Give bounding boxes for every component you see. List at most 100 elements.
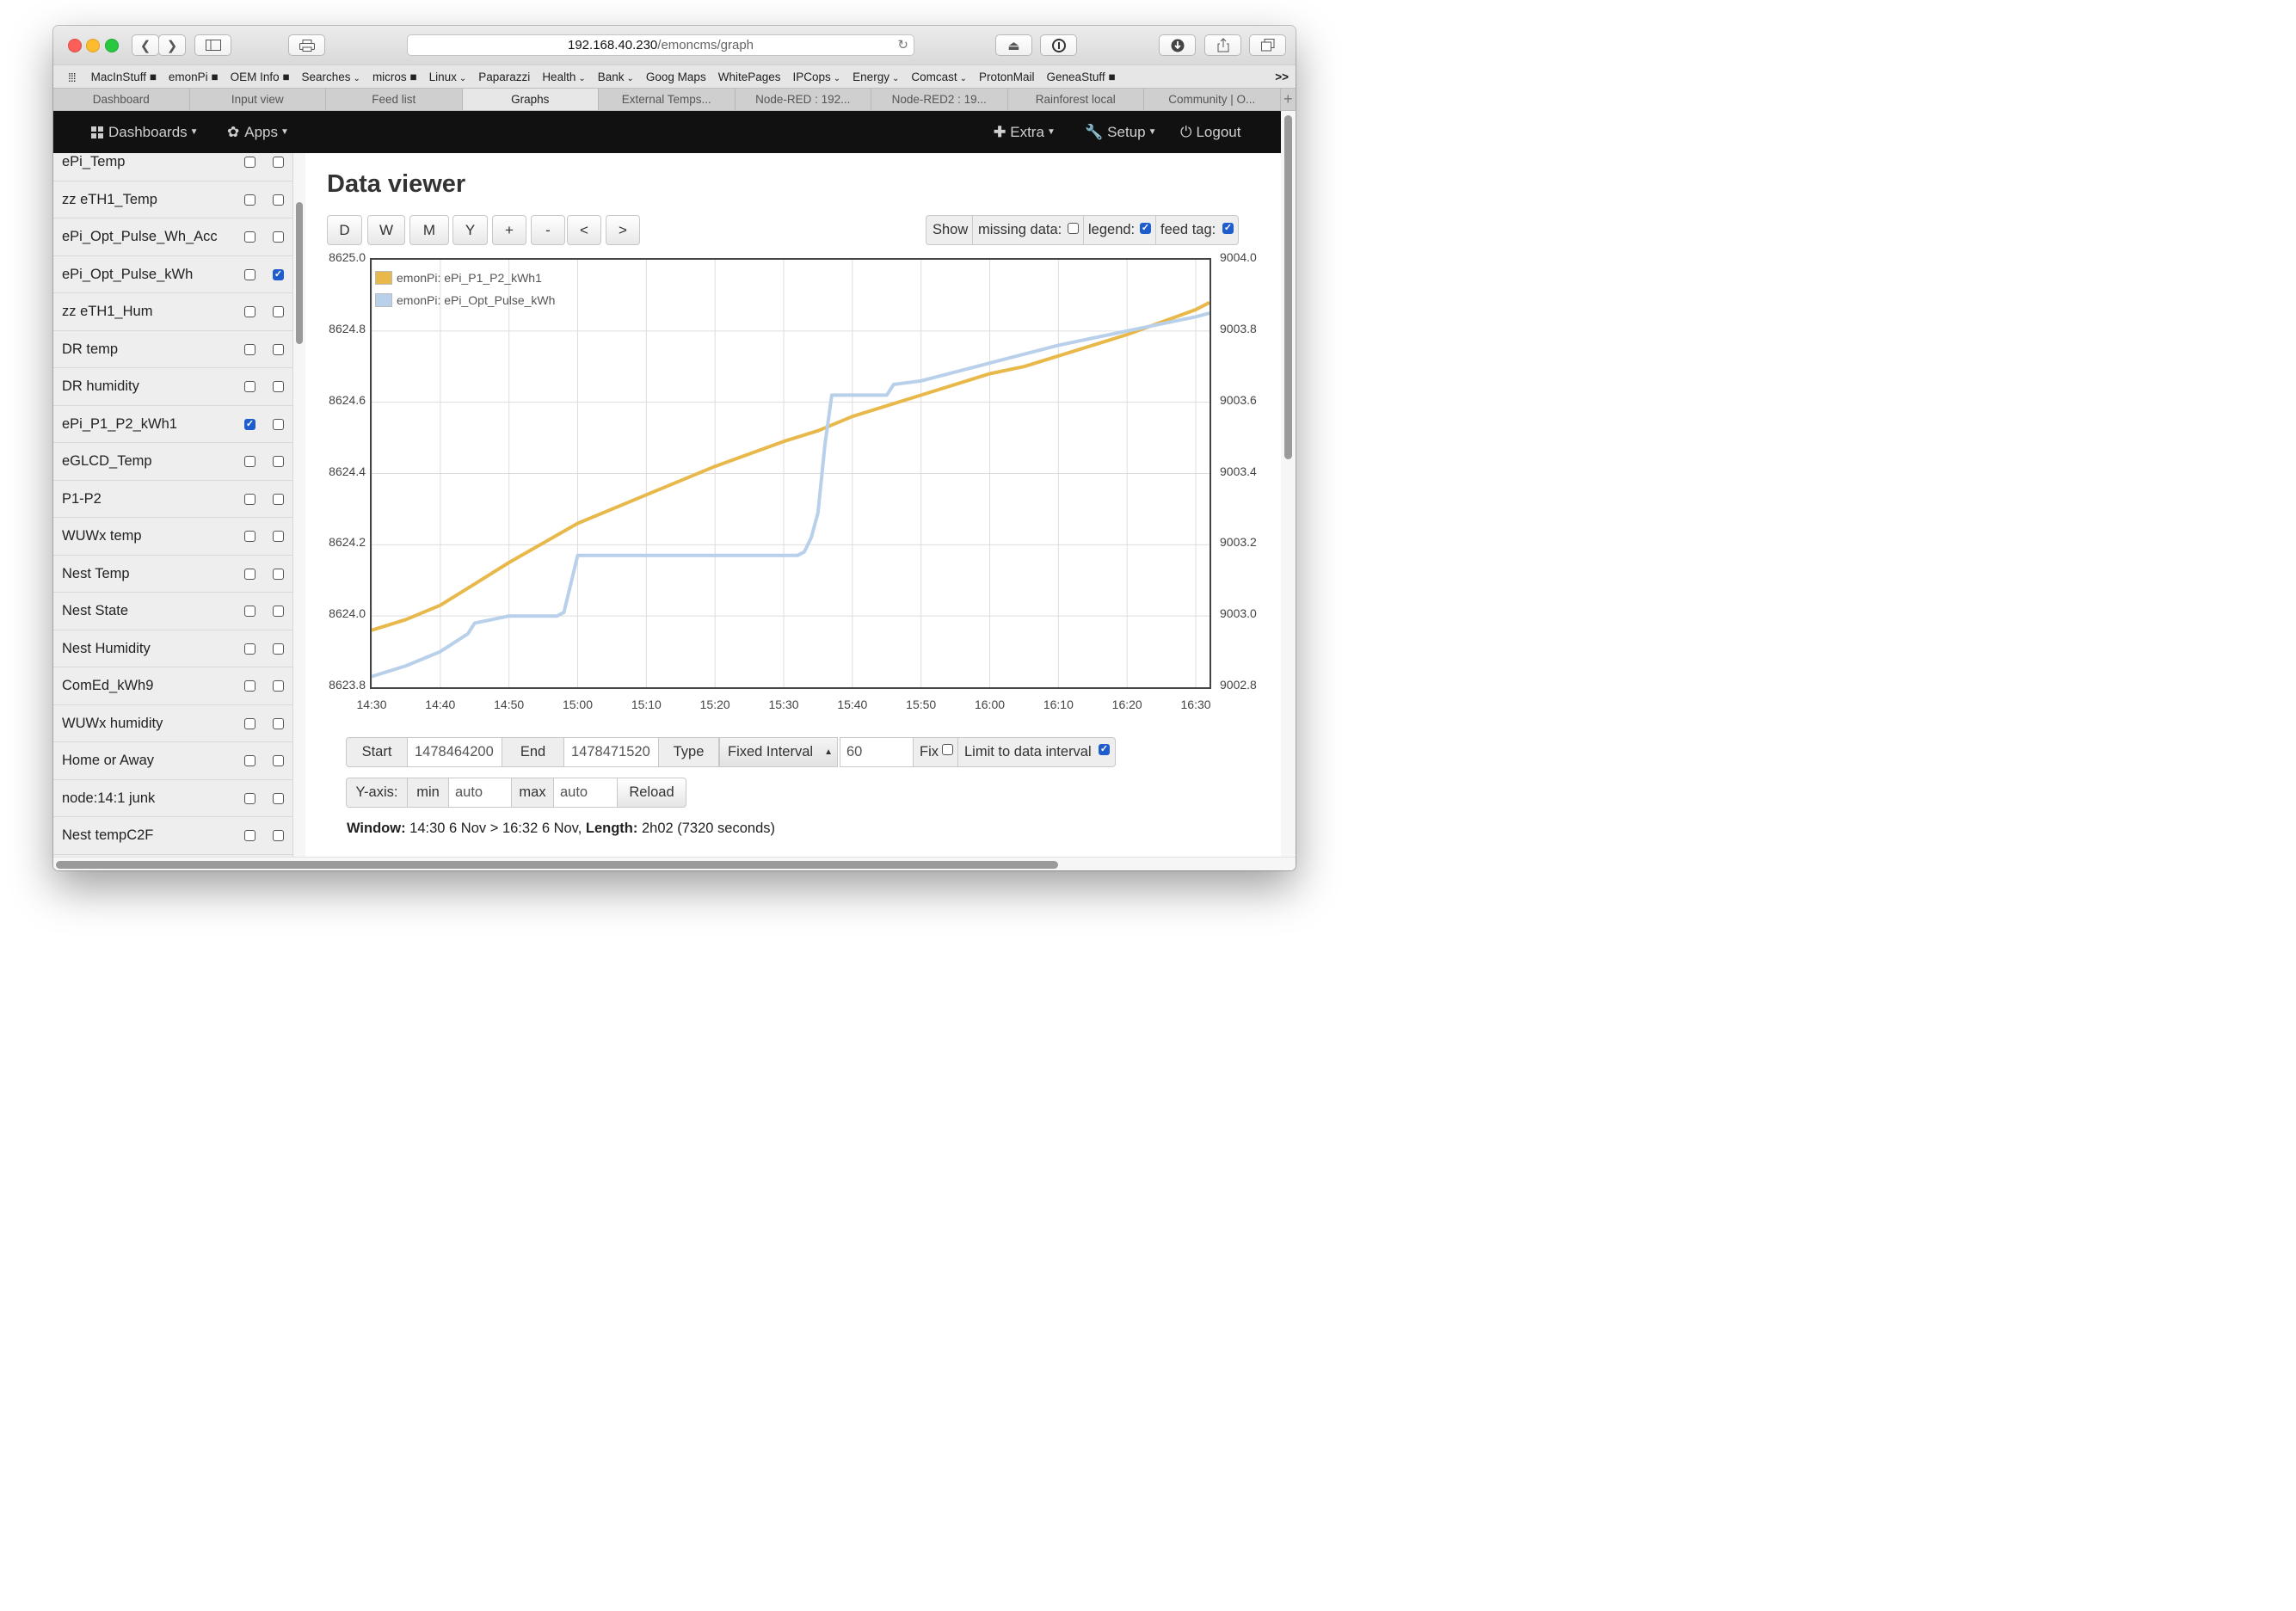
type-select[interactable]: Fixed Interval ▲︎ — [719, 737, 838, 767]
grid-icon[interactable]: ⁞⁞⁞ — [68, 71, 77, 84]
feed-right-axis-checkbox[interactable] — [273, 306, 284, 317]
feed-left-axis-checkbox[interactable] — [244, 830, 255, 841]
feed-left-axis-checkbox[interactable] — [244, 493, 255, 505]
bookmark-item[interactable]: MacInStuff ■ — [91, 71, 157, 83]
feed-left-axis-checkbox[interactable] — [244, 231, 255, 243]
interval-input[interactable]: 60 — [840, 737, 914, 767]
feed-right-axis-checkbox[interactable] — [273, 381, 284, 392]
feed-right-axis-checkbox[interactable] — [273, 680, 284, 692]
feed-left-axis-checkbox[interactable] — [244, 343, 255, 355]
feed-left-axis-checkbox[interactable] — [244, 606, 255, 617]
bookmark-item[interactable]: Linux ⌄ — [429, 71, 467, 83]
bookmark-item[interactable]: IPCops ⌄ — [793, 71, 841, 83]
pan-right-button[interactable]: > — [606, 215, 640, 245]
bookmark-item[interactable]: Comcast ⌄ — [911, 71, 967, 83]
bookmark-item[interactable]: WhitePages — [718, 71, 781, 83]
browser-tab[interactable]: Graphs — [462, 89, 599, 110]
feed-left-axis-checkbox[interactable] — [244, 680, 255, 692]
legend-checkbox[interactable]: ✓ — [1140, 223, 1151, 234]
bookmark-item[interactable]: Bank ⌄ — [598, 71, 634, 83]
extra-menu[interactable]: ✚ Extra ▼ — [994, 111, 1056, 153]
feed-right-axis-checkbox[interactable] — [273, 531, 284, 542]
bookmark-item[interactable]: Energy ⌄ — [853, 71, 899, 83]
feed-right-axis-checkbox[interactable] — [273, 343, 284, 355]
browser-tab[interactable]: External Temps... — [599, 89, 736, 110]
horizontal-scrollbar[interactable] — [53, 857, 1296, 870]
feed-left-axis-checkbox[interactable] — [244, 717, 255, 729]
bookmark-item[interactable]: micros ■ — [372, 71, 417, 83]
zoom-out-button[interactable]: - — [531, 215, 565, 245]
browser-tab[interactable]: Node-RED2 : 19... — [871, 89, 1008, 110]
bookmark-item[interactable]: ProtonMail — [979, 71, 1035, 83]
bookmarks-overflow[interactable]: >> — [1275, 71, 1289, 83]
feed-right-axis-checkbox[interactable] — [273, 157, 284, 168]
feed-left-axis-checkbox[interactable]: ✓ — [244, 418, 255, 430]
feed-left-axis-checkbox[interactable] — [244, 381, 255, 392]
bookmark-item[interactable]: emonPi ■ — [169, 71, 219, 83]
reload-icon[interactable]: ↻ — [897, 35, 908, 55]
bookmark-item[interactable]: GeneaStuff ■ — [1047, 71, 1116, 83]
share-button[interactable] — [1204, 34, 1241, 56]
feed-right-axis-checkbox[interactable] — [273, 194, 284, 206]
logout-link[interactable]: ⏻ Logout — [1180, 111, 1240, 153]
browser-tab[interactable]: Node-RED : 192... — [736, 89, 871, 110]
feed-left-axis-checkbox[interactable] — [244, 456, 255, 467]
dashboards-menu[interactable]: Dashboards ▼ — [91, 111, 199, 153]
week-button[interactable]: W — [367, 215, 405, 245]
fix-checkbox[interactable] — [942, 744, 953, 755]
feed-left-axis-checkbox[interactable] — [244, 268, 255, 280]
feed-left-axis-checkbox[interactable] — [244, 792, 255, 804]
page-scroll-thumb[interactable] — [1284, 115, 1292, 459]
feed-right-axis-checkbox[interactable] — [273, 755, 284, 766]
bookmark-item[interactable]: OEM Info ■ — [231, 71, 290, 83]
feed-left-axis-checkbox[interactable] — [244, 157, 255, 168]
limit-checkbox[interactable]: ✓ — [1099, 744, 1110, 755]
feed-right-axis-checkbox[interactable] — [273, 456, 284, 467]
feed-left-axis-checkbox[interactable] — [244, 531, 255, 542]
max-input[interactable]: auto — [553, 778, 618, 808]
feed-right-axis-checkbox[interactable] — [273, 643, 284, 655]
feed-right-axis-checkbox[interactable]: ✓ — [273, 268, 284, 280]
chart-plot-area[interactable] — [370, 258, 1211, 689]
sidebar-scroll-thumb[interactable] — [296, 202, 303, 344]
browser-tab[interactable]: Dashboard — [53, 89, 190, 110]
feed-right-axis-checkbox[interactable] — [273, 231, 284, 243]
zoom-window-button[interactable] — [105, 39, 119, 52]
zoom-in-button[interactable]: + — [492, 215, 526, 245]
new-tab-button[interactable]: + — [1281, 89, 1296, 110]
password-button[interactable] — [1040, 34, 1077, 56]
feed-right-axis-checkbox[interactable] — [273, 830, 284, 841]
feed-left-axis-checkbox[interactable] — [244, 194, 255, 206]
year-button[interactable]: Y — [452, 215, 488, 245]
address-bar[interactable]: 192.168.40.230/emoncms/graph ↻ — [407, 34, 914, 56]
apps-menu[interactable]: ✿ Apps ▼ — [227, 111, 289, 153]
feed-right-axis-checkbox[interactable] — [273, 493, 284, 505]
end-input[interactable]: 1478471520 — [563, 737, 659, 767]
missing-data-checkbox[interactable] — [1068, 223, 1079, 234]
feed-tag-checkbox[interactable]: ✓ — [1222, 223, 1234, 234]
browser-tab[interactable]: Rainforest local — [1008, 89, 1144, 110]
close-window-button[interactable] — [68, 39, 82, 52]
feed-right-axis-checkbox[interactable] — [273, 418, 284, 430]
browser-tab[interactable]: Input view — [190, 89, 326, 110]
reload-button[interactable]: Reload — [617, 778, 686, 808]
day-button[interactable]: D — [327, 215, 362, 245]
feed-left-axis-checkbox[interactable] — [244, 643, 255, 655]
forward-button[interactable]: ❯ — [158, 34, 186, 56]
print-button[interactable] — [288, 34, 325, 56]
month-button[interactable]: M — [409, 215, 449, 245]
sidebar-toggle-button[interactable] — [194, 34, 231, 56]
start-input[interactable]: 1478464200 — [407, 737, 502, 767]
tabs-overview-button[interactable] — [1249, 34, 1286, 56]
feed-right-axis-checkbox[interactable] — [273, 792, 284, 804]
feed-right-axis-checkbox[interactable] — [273, 568, 284, 580]
back-button[interactable]: ❮ — [132, 34, 159, 56]
min-input[interactable]: auto — [448, 778, 512, 808]
bookmark-item[interactable]: Goog Maps — [646, 71, 706, 83]
eject-button[interactable]: ⏏ — [995, 34, 1032, 56]
feed-left-axis-checkbox[interactable] — [244, 306, 255, 317]
feed-left-axis-checkbox[interactable] — [244, 755, 255, 766]
setup-menu[interactable]: 🔧 Setup ▼ — [1085, 111, 1157, 153]
horizontal-scroll-thumb[interactable] — [56, 861, 1058, 869]
minimize-window-button[interactable] — [86, 39, 100, 52]
